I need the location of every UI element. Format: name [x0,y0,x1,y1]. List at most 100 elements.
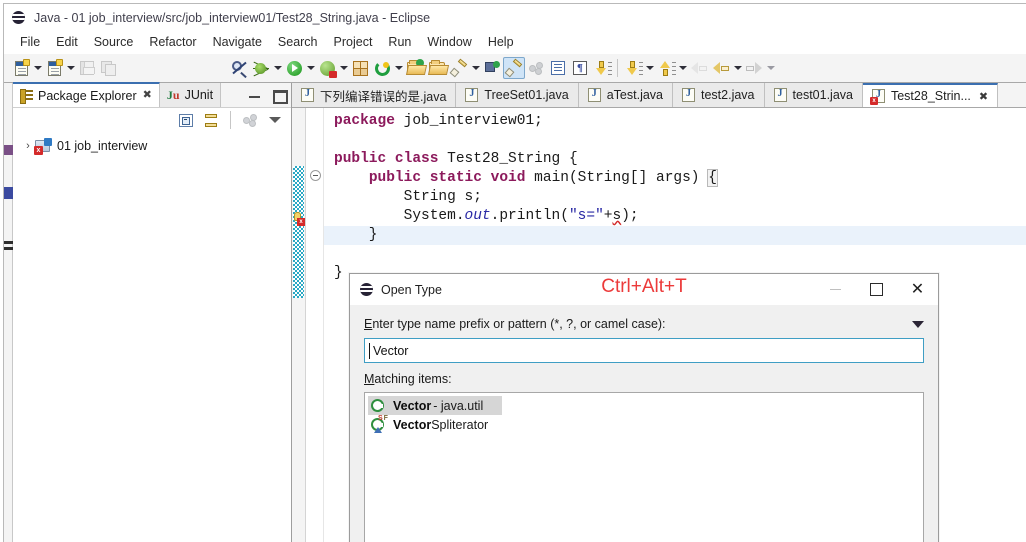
link-with-editor-button[interactable] [201,110,221,130]
menu-edit[interactable]: Edit [48,32,86,53]
folding-gutter[interactable] [306,108,324,542]
collapse-method-toggle[interactable] [310,170,321,181]
new-java-class-dropdown[interactable] [65,57,76,79]
menu-search[interactable]: Search [270,32,326,53]
text-caret [369,343,370,359]
tab-junit[interactable]: Ju JUnit [159,83,222,107]
editor-tab-2[interactable]: aTest.java [578,83,673,107]
matching-items-list[interactable]: Vector - java.util SF Vector Spliterator [364,392,924,542]
close-icon[interactable]: ✖ [143,90,152,101]
debug-dropdown[interactable] [272,57,283,79]
focus-on-active-task-button[interactable] [240,110,260,130]
view-tab-bar: Package Explorer ✖ Ju JUnit [13,82,291,108]
previous-annotation-icon [659,60,676,76]
menu-refactor[interactable]: Refactor [141,32,204,53]
fast-view-marker-1 [4,145,13,155]
new-package-icon [352,60,368,76]
menu-project[interactable]: Project [326,32,381,53]
list-item-package: - java.util [433,398,484,413]
forward-icon [746,61,762,75]
toggle-block-selection-button[interactable] [547,57,569,79]
new-java-class-button[interactable] [43,57,65,79]
minimize-button[interactable] [815,274,856,305]
editor-tab-4[interactable]: test01.java [764,83,863,107]
run-button[interactable] [283,57,305,79]
error-quickfix-marker[interactable]: x [293,212,305,226]
project-tree[interactable]: › x 01 job_interview [13,132,291,542]
new-wizard-button[interactable] [10,57,32,79]
close-icon[interactable]: ✖ [979,90,988,103]
open-type-icon [407,58,424,75]
run-dropdown[interactable] [305,57,316,79]
brush-button[interactable] [448,57,470,79]
maximize-view-button[interactable] [273,89,288,104]
refresh-icon [374,60,390,76]
forward-button[interactable] [743,57,765,79]
java-file-icon [773,88,787,102]
tab-package-explorer[interactable]: Package Explorer ✖ [13,82,160,107]
forward-dropdown[interactable] [765,57,776,79]
editor-tab-5[interactable]: x Test28_Strin... ✖ [862,83,999,107]
editor-tab-0[interactable]: 下列编译错误的是.java [292,83,457,107]
editor-tab-1[interactable]: TreeSet01.java [456,83,579,107]
history-dropdown-icon[interactable] [912,320,924,328]
next-annotation-button[interactable] [591,57,613,79]
dialog-title: Open Type [381,282,442,297]
list-item[interactable]: SF Vector Spliterator [368,415,502,434]
next-annotation-dropdown[interactable] [644,57,655,79]
back-button[interactable] [710,57,732,79]
show-whitespace-button[interactable]: ¶ [569,57,591,79]
minimize-view-button[interactable] [249,89,261,101]
type-name-input[interactable]: Vector [364,338,924,363]
build-button[interactable] [525,57,547,79]
list-item[interactable]: Vector - java.util [368,396,502,415]
menu-file[interactable]: File [12,32,48,53]
editor-tab-3[interactable]: test2.java [673,83,765,107]
editor-tab-5-label: Test28_Strin... [890,89,971,103]
collapse-all-button[interactable] [176,110,196,130]
editor-tab-4-label: test01.java [792,88,853,102]
run-external-tools-button[interactable] [316,57,338,79]
java-file-icon [587,88,601,102]
annotation-gutter[interactable]: x [292,108,306,542]
close-button[interactable]: ✕ [897,274,938,305]
fast-view-marker-2 [4,187,13,199]
view-menu-button[interactable] [265,110,285,130]
menu-bar: File Edit Source Refactor Navigate Searc… [4,31,1026,54]
maximize-button[interactable] [856,274,897,305]
refresh-button[interactable] [371,57,393,79]
new-wizard-dropdown[interactable] [32,57,43,79]
debug-bug-icon [253,61,269,76]
refresh-dropdown[interactable] [393,57,404,79]
matching-mnemonic: M [364,372,375,386]
next-annotation-nav-button[interactable] [622,57,644,79]
class-icon [371,398,386,413]
java-file-icon [682,88,695,102]
search-button[interactable] [481,57,503,79]
highlight-toggle-button[interactable] [503,57,525,79]
save-all-button[interactable] [98,57,120,79]
menu-window[interactable]: Window [419,32,479,53]
focus-on-active-task-icon [243,113,257,127]
open-type-button[interactable] [404,57,426,79]
menu-source[interactable]: Source [86,32,142,53]
debug-button[interactable] [250,57,272,79]
new-package-button[interactable] [349,57,371,79]
previous-annotation-dropdown[interactable] [677,57,688,79]
expand-twisty-icon[interactable]: › [21,140,35,152]
code-line-5: String s; [334,189,482,205]
save-button[interactable] [76,57,98,79]
tree-item-project[interactable]: › x 01 job_interview [13,135,291,156]
back-history-icon [691,61,707,75]
previous-annotation-button[interactable] [655,57,677,79]
menu-navigate[interactable]: Navigate [205,32,270,53]
menu-run[interactable]: Run [380,32,419,53]
skip-breakpoints-button[interactable] [228,57,250,79]
back-dropdown[interactable] [732,57,743,79]
menu-help[interactable]: Help [480,32,522,53]
open-folder-button[interactable] [426,57,448,79]
brush-dropdown[interactable] [470,57,481,79]
external-tools-dropdown[interactable] [338,57,349,79]
fast-view-bar[interactable] [4,83,13,542]
back-history-button[interactable] [688,57,710,79]
